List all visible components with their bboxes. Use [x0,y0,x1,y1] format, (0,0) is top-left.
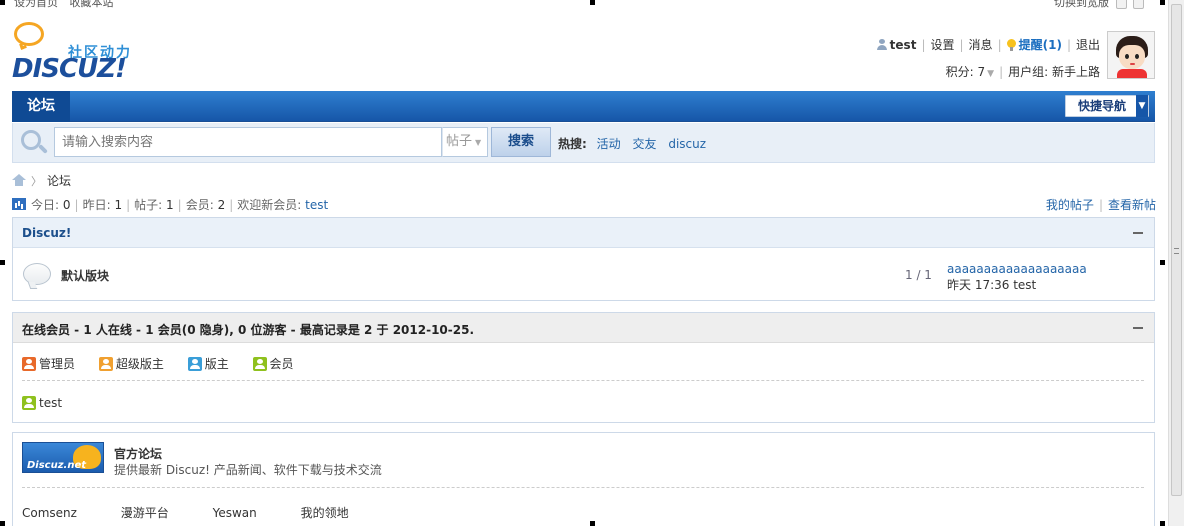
hot-search-label: 热搜: [558,137,587,151]
member-icon [252,357,267,371]
resize-handle[interactable] [590,0,595,5]
online-header: 在线会员 - 1 人在线 - 1 会员(0 隐身), 0 位游客 - 最高记录是… [13,313,1154,343]
divider [22,380,1144,381]
messages-link[interactable]: 消息 [969,38,993,52]
chevron-down-icon: ▼ [475,138,482,147]
super-moderator-icon [98,357,113,371]
chart-icon [12,198,26,210]
usergroup-link[interactable]: 用户组: 新手上路 [1008,65,1100,79]
online-user-link[interactable]: test [39,396,62,410]
online-members-box: 在线会员 - 1 人在线 - 1 会员(0 隐身), 0 位游客 - 最高记录是… [12,312,1155,423]
logo-bubble-icon [14,22,44,46]
user-stats: 积分: 7 ▼ | 用户组: 新手上路 [945,65,1100,79]
breadcrumb: 〉论坛 [12,172,71,189]
forum-stats: 今日: 0 | 昨日: 1 | 帖子: 1 | 会员: 2 | 欢迎新会员: test [12,196,328,213]
search-icon [21,130,48,156]
resize-handle[interactable] [1160,521,1165,526]
resize-handle[interactable] [1160,260,1165,265]
member-icon [22,396,36,410]
set-homepage-link[interactable]: 设为首页 [14,0,58,9]
user-menu: test | 设置 | 消息 | 提醒(1) | 退出 [876,36,1100,53]
resize-handle[interactable] [1160,0,1165,5]
forum-last-post: aaaaaaaaaaaaaaaaaaa 昨天 17:36 test [947,261,1087,293]
home-icon[interactable] [12,174,26,186]
forum-bubble-icon [23,263,51,285]
post-links: 我的帖子 | 查看新帖 [1045,198,1156,212]
hot-search-link[interactable]: 活动 [597,137,621,151]
chevron-right-icon: 〉 [31,175,42,188]
resize-handle[interactable] [0,260,5,265]
online-title: 在线会员 - 1 人在线 - 1 会员(0 隐身), 0 位游客 - 最高记录是… [22,323,475,337]
last-post-meta: 昨天 17:36 test [947,278,1037,292]
logout-link[interactable]: 退出 [1076,38,1100,52]
switch-wide-link[interactable]: 切换到宽版 [1054,0,1109,9]
top-toolbar: 设为首页 收藏本站 切换到宽版 [0,0,1168,9]
moderator-icon [187,357,202,371]
friend-link[interactable]: 漫游平台 [121,504,169,521]
notice-link[interactable]: 提醒(1) [1019,38,1062,52]
quick-nav-button[interactable]: 快捷导航 ▼ [1065,95,1149,117]
hot-search-link[interactable]: discuz [668,137,706,151]
friend-link[interactable]: Comsenz [22,506,77,520]
new-posts-link[interactable]: 查看新帖 [1108,198,1156,212]
search-button[interactable]: 搜索 [491,127,551,157]
resize-handle[interactable] [590,521,595,526]
my-posts-link[interactable]: 我的帖子 [1046,198,1094,212]
friend-link[interactable]: Yeswan [213,506,257,520]
official-forum-link[interactable]: 官方论坛 [114,445,162,462]
avatar[interactable] [1107,31,1155,79]
category-box: Discuz! 默认版块 1 / 1 aaaaaaaaaaaaaaaaaaa 昨… [12,217,1155,301]
settings-link[interactable]: 设置 [930,38,954,52]
category-title[interactable]: Discuz! [22,226,71,240]
friend-links-box: Discuz.net 官方论坛 提供最新 Discuz! 产品新闻、软件下载与技… [12,432,1155,526]
search-bar: 帖子▼ 搜索 热搜: 活动 交友 discuz [12,123,1155,163]
logo-text: DISCUZ! [12,54,127,84]
chevron-down-icon: ▼ [1136,95,1148,117]
resize-handle[interactable] [0,0,5,5]
resize-handle[interactable] [0,521,5,526]
search-type-select[interactable]: 帖子 ▼ [442,127,488,157]
points-dropdown[interactable]: 积分: 7 ▼ [946,65,994,79]
official-forum-desc: 提供最新 Discuz! 产品新闻、软件下载与技术交流 [114,463,382,477]
role-legend: 管理员 超级版主 版主 会员 [22,355,314,372]
user-icon [876,39,887,50]
collapse-icon[interactable] [1132,319,1144,331]
site-logo[interactable]: 社区动力 DISCUZ! [12,22,136,84]
category-header: Discuz! [13,218,1154,248]
forum-thread-count: 1 / 1 [905,268,932,282]
friend-link[interactable]: 我的领地 [301,504,349,521]
discuz-net-logo[interactable]: Discuz.net [22,442,104,473]
forum-row: 默认版块 1 / 1 aaaaaaaaaaaaaaaaaaa 昨天 17:36 … [13,249,1154,301]
hot-search-link[interactable]: 交友 [632,137,656,151]
wide-icon[interactable] [1115,0,1127,9]
search-input[interactable] [54,127,442,157]
new-member-link[interactable]: test [305,198,328,212]
chevron-down-icon: ▼ [987,69,995,79]
main-nav: 论坛 快捷导航 ▼ [12,91,1155,122]
collapse-icon[interactable] [1132,224,1144,236]
bulb-icon [1006,39,1016,51]
style-icon[interactable] [1133,0,1144,9]
online-user: test [22,396,62,410]
last-post-link[interactable]: aaaaaaaaaaaaaaaaaaa [947,262,1087,276]
friend-links: Comsenz 漫游平台 Yeswan 我的领地 [22,504,389,521]
breadcrumb-forum[interactable]: 论坛 [47,174,71,188]
forum-name-link[interactable]: 默认版块 [61,267,109,284]
nav-item-forum[interactable]: 论坛 [12,91,70,122]
hot-searches: 热搜: 活动 交友 discuz [558,135,714,152]
bookmark-link[interactable]: 收藏本站 [70,0,114,9]
vertical-scrollbar[interactable] [1168,0,1184,526]
scroll-thumb[interactable] [1171,4,1182,496]
admin-icon [22,357,36,371]
username-link[interactable]: test [890,38,917,52]
divider [22,487,1144,488]
